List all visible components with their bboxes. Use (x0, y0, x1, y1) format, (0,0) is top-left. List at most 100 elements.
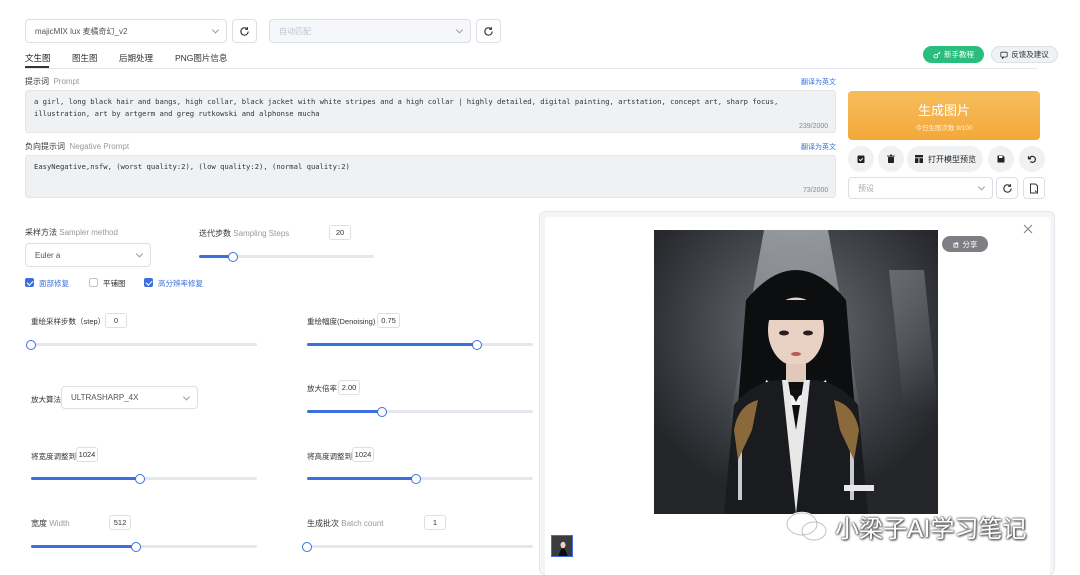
width-label: 宽度 Width (31, 519, 70, 528)
save-style-button[interactable] (988, 146, 1014, 172)
tiling-label[interactable]: 平铺图 (103, 278, 126, 289)
refresh-model-button[interactable] (232, 19, 257, 43)
tab-img2img[interactable]: 图生图 (72, 52, 98, 64)
resize-width-slider-fill (31, 477, 140, 480)
width-input[interactable]: 512 (109, 515, 131, 530)
reset-button[interactable] (1019, 146, 1045, 172)
generate-button[interactable]: 生成图片 今日生图次数 9/100 (848, 91, 1040, 140)
steps-slider-fill (199, 255, 229, 258)
steps-slider-thumb[interactable] (228, 251, 238, 262)
generate-quota: 今日生图次数 9/100 (915, 124, 973, 132)
upscaler-label: 放大算法 (31, 395, 61, 404)
preset-placeholder: 预设 (858, 183, 874, 193)
vae-select[interactable]: 自动匹配 (269, 19, 471, 43)
resize-width-slider-thumb[interactable] (135, 473, 145, 484)
face-restore-checkbox[interactable] (25, 278, 34, 287)
upscale-by-label: 放大倍率 (307, 384, 337, 393)
chevron-down-icon (977, 183, 986, 191)
resize-height-input[interactable]: 1024 (352, 447, 374, 462)
negative-prompt-label: 负向提示词 Negative Prompt (25, 142, 130, 151)
face-restore-label[interactable]: 面部修复 (39, 278, 69, 289)
width-slider-fill (31, 545, 137, 548)
batch-count-input[interactable]: 1 (424, 515, 446, 530)
watermark-text: 小梁子AI学习笔记 (835, 515, 1027, 543)
denoising-input[interactable]: 0.75 (377, 313, 400, 328)
refresh-icon (1002, 183, 1012, 193)
key-icon (933, 50, 941, 58)
thumbnail-image (552, 536, 572, 556)
resize-width-label: 将宽度调整到 (31, 452, 76, 461)
chevron-down-icon (455, 26, 464, 34)
undo-icon (1027, 155, 1036, 163)
resize-width-input[interactable]: 1024 (76, 447, 98, 462)
model-select-value: majicMIX lux 麦橘奇幻_v2 (35, 26, 128, 36)
redraw-steps-slider-track[interactable] (31, 343, 257, 346)
resize-height-label: 将高度调整到 (307, 452, 352, 461)
tutorial-button[interactable]: 新手教程 (923, 46, 984, 63)
model-select[interactable]: majicMIX lux 麦橘奇幻_v2 (25, 19, 227, 43)
thumbnail[interactable] (551, 535, 573, 557)
hires-fix-label[interactable]: 高分辨率修复 (158, 278, 203, 289)
redraw-steps-input[interactable]: 0 (105, 313, 127, 328)
close-output-button[interactable] (1022, 223, 1034, 235)
denoising-label: 重绘幅度(Denoising) (307, 317, 376, 326)
open-model-preview-button[interactable]: 打开模型预览 (907, 146, 983, 172)
redraw-steps-label: 重绘采样步数（step） (31, 317, 106, 326)
width-slider-thumb[interactable] (131, 541, 141, 552)
file-save-icon (1030, 183, 1038, 193)
generated-image[interactable] (654, 230, 938, 514)
refresh-vae-button[interactable] (476, 19, 501, 43)
batch-count-label: 生成批次 Batch count (307, 519, 384, 528)
batch-count-slider-track[interactable] (307, 545, 533, 548)
share-label: 分享 (962, 239, 978, 249)
batch-count-slider-thumb[interactable] (302, 541, 312, 552)
steps-input[interactable]: 20 (329, 225, 351, 240)
redraw-steps-slider-thumb[interactable] (26, 339, 36, 350)
hires-fix-checkbox[interactable] (144, 278, 153, 287)
watermark: 小梁子AI学习笔记 (785, 509, 1027, 544)
save-icon (997, 155, 1005, 163)
sampler-select[interactable]: Euler a (25, 243, 151, 267)
clear-button[interactable] (878, 146, 904, 172)
prompt-textarea[interactable]: a girl, long black hair and bangs, high … (25, 90, 836, 133)
upscale-by-slider-fill (307, 410, 382, 413)
chevron-down-icon (135, 250, 144, 258)
upscaler-select[interactable]: ULTRASHARP_4X (61, 386, 198, 409)
resize-height-slider-thumb[interactable] (411, 473, 421, 484)
preset-select[interactable]: 预设 (848, 177, 993, 199)
upscale-by-slider-thumb[interactable] (377, 406, 387, 417)
wechat-icon (785, 511, 828, 541)
translate-prompt-link[interactable]: 翻译为英文 (801, 77, 836, 87)
tutorial-label: 新手教程 (944, 50, 974, 59)
negative-prompt-textarea[interactable]: EasyNegative,nsfw, (worst quality:2), (l… (25, 155, 836, 198)
steps-label: 迭代步数 Sampling Steps (199, 229, 290, 238)
negative-prompt-counter: 73/2000 (803, 187, 829, 194)
prompt-text: a girl, long black hair and bangs, high … (34, 97, 779, 118)
resize-height-slider-fill (307, 477, 416, 480)
tab-txt2img[interactable]: 文生图 (25, 52, 51, 64)
refresh-preset-button[interactable] (996, 177, 1018, 199)
tab-extras[interactable]: 后期处理 (119, 52, 153, 64)
trash-icon (887, 154, 895, 163)
negative-prompt-text: EasyNegative,nsfw, (worst quality:2), (l… (34, 162, 350, 171)
refresh-icon (484, 26, 493, 36)
close-icon (1023, 224, 1033, 234)
share-button[interactable]: 分享 (942, 236, 988, 252)
portrait-image (654, 230, 938, 514)
tab-png-info[interactable]: PNG图片信息 (175, 52, 227, 64)
generate-label: 生成图片 (917, 102, 970, 118)
prompt-label: 提示词 Prompt (25, 77, 80, 86)
prompt-counter: 239/2000 (799, 123, 829, 130)
upscale-by-input[interactable]: 2.00 (338, 380, 360, 395)
feedback-label: 反馈及建议 (1011, 50, 1049, 59)
paste-button[interactable] (848, 146, 874, 172)
translate-negative-link[interactable]: 翻译为英文 (801, 142, 836, 152)
feedback-button[interactable]: 反馈及建议 (991, 46, 1058, 63)
vae-select-placeholder: 自动匹配 (279, 26, 311, 36)
tiling-checkbox[interactable] (89, 278, 98, 287)
denoising-slider-thumb[interactable] (472, 339, 482, 350)
chevron-down-icon (182, 392, 191, 401)
save-preset-button[interactable] (1023, 177, 1045, 199)
denoising-slider-fill (307, 343, 477, 346)
open-model-preview-label: 打开模型预览 (928, 154, 976, 164)
